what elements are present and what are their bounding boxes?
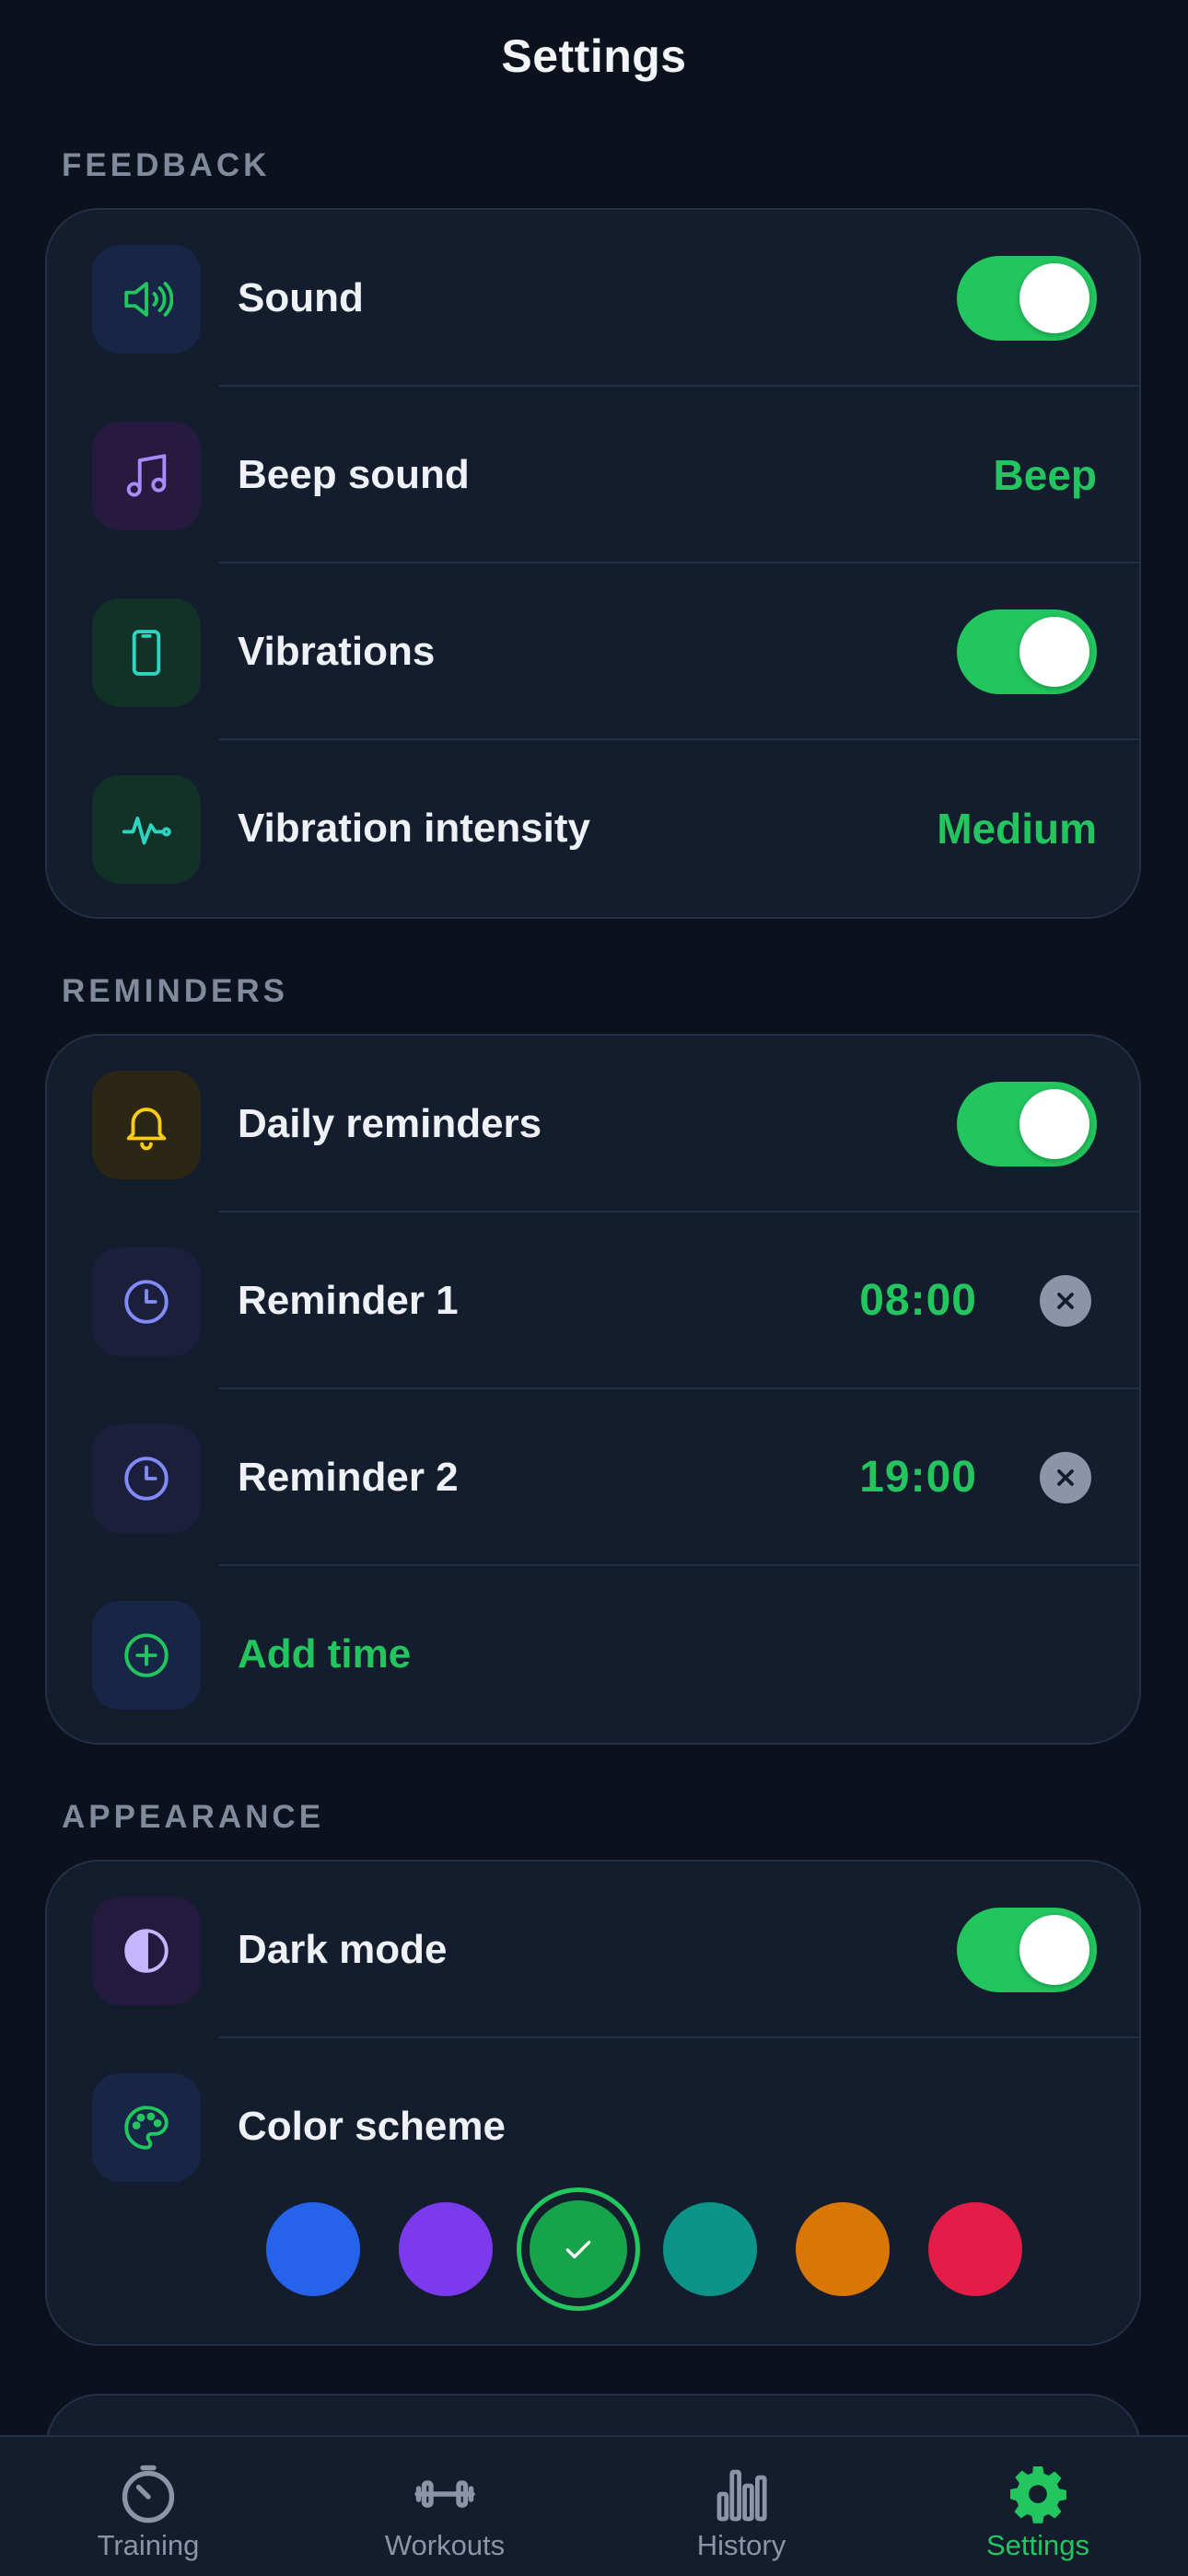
page-title: Settings [501, 30, 687, 82]
tab-settings-label: Settings [985, 2529, 1089, 2561]
gear-icon [1010, 2466, 1066, 2524]
daily-reminders-row[interactable]: Daily reminders [47, 1036, 1139, 1213]
reminder-2-time[interactable]: 19:00 [859, 1389, 977, 1566]
reminder-1-time[interactable]: 08:00 [859, 1213, 977, 1389]
color-swatch-red[interactable] [928, 2202, 1022, 2296]
reminder-2-row[interactable]: Reminder 2 19:00 [47, 1389, 1139, 1566]
tab-workouts[interactable]: Workouts [297, 2437, 593, 2576]
remove-reminder-1-button[interactable] [1040, 1275, 1091, 1327]
tab-settings[interactable]: Settings [890, 2437, 1186, 2576]
daily-reminders-toggle[interactable] [957, 1082, 1097, 1166]
vibration-intensity-row[interactable]: Vibration intensity Medium [47, 740, 1139, 917]
beep-sound-value: Beep [993, 451, 1097, 499]
palette-icon [92, 2073, 201, 2182]
appearance-card: Dark mode Color scheme [45, 1860, 1141, 2346]
speaker-icon [92, 245, 201, 354]
vibrations-toggle[interactable] [957, 609, 1097, 694]
bell-icon [92, 1071, 201, 1179]
section-label-reminders: REMINDERS [62, 973, 289, 1009]
clock-icon [92, 1424, 201, 1533]
beep-sound-label: Beep sound [238, 452, 470, 497]
phone-icon [92, 598, 201, 707]
plus-circle-icon [92, 1601, 201, 1710]
bar-chart-icon [716, 2469, 767, 2522]
vibrations-row[interactable]: Vibrations [47, 563, 1139, 740]
checkmark-icon [565, 2240, 591, 2258]
vibration-intensity-value: Medium [937, 805, 1097, 853]
color-swatch-blue[interactable] [266, 2202, 360, 2296]
vibrations-label: Vibrations [238, 629, 436, 674]
reminder-1-row[interactable]: Reminder 1 08:00 [47, 1213, 1139, 1389]
dark-mode-toggle[interactable] [957, 1908, 1097, 1992]
tab-training-label: Training [97, 2529, 200, 2561]
tab-workouts-label: Workouts [384, 2529, 506, 2561]
clock-icon [92, 1247, 201, 1356]
remove-reminder-2-button[interactable] [1040, 1452, 1091, 1503]
tab-history[interactable]: History [593, 2437, 890, 2576]
music-note-icon [92, 422, 201, 530]
contrast-icon [92, 1897, 201, 2005]
dark-mode-label: Dark mode [238, 1927, 448, 1972]
dumbbell-icon [414, 2480, 475, 2508]
close-icon [1057, 1469, 1074, 1486]
section-label-appearance: APPEARANCE [62, 1799, 325, 1835]
color-swatch-green-selected[interactable] [530, 2200, 627, 2298]
add-time-label: Add time [238, 1631, 412, 1677]
color-swatch-orange[interactable] [796, 2202, 890, 2296]
tab-history-label: History [696, 2529, 786, 2561]
tab-training[interactable]: Training [0, 2437, 297, 2576]
tab-bar: Training Workouts History Settings [0, 2435, 1188, 2576]
color-swatch-teal[interactable] [663, 2202, 757, 2296]
dark-mode-row[interactable]: Dark mode [47, 1862, 1139, 2038]
sound-toggle[interactable] [957, 256, 1097, 341]
color-swatch-group [219, 2200, 1048, 2303]
beep-sound-row[interactable]: Beep sound Beep [47, 387, 1139, 563]
color-swatch-purple[interactable] [399, 2202, 493, 2296]
reminder-1-label: Reminder 1 [238, 1278, 459, 1323]
daily-reminders-label: Daily reminders [238, 1101, 542, 1146]
feedback-card: Sound Beep sound Beep Vibrations Vibrati… [45, 208, 1141, 919]
timer-icon [122, 2465, 175, 2524]
sound-label: Sound [238, 275, 364, 320]
color-scheme-label: Color scheme [238, 2104, 506, 2149]
add-time-button[interactable]: Add time [47, 1566, 1139, 1743]
reminder-2-label: Reminder 2 [238, 1455, 459, 1500]
reminders-card: Daily reminders Reminder 1 08:00 Reminde… [45, 1034, 1141, 1745]
vibration-intensity-label: Vibration intensity [238, 806, 591, 851]
activity-pulse-icon [92, 775, 201, 884]
close-icon [1057, 1293, 1074, 1309]
sound-row[interactable]: Sound [47, 210, 1139, 387]
section-label-feedback: FEEDBACK [62, 147, 271, 183]
